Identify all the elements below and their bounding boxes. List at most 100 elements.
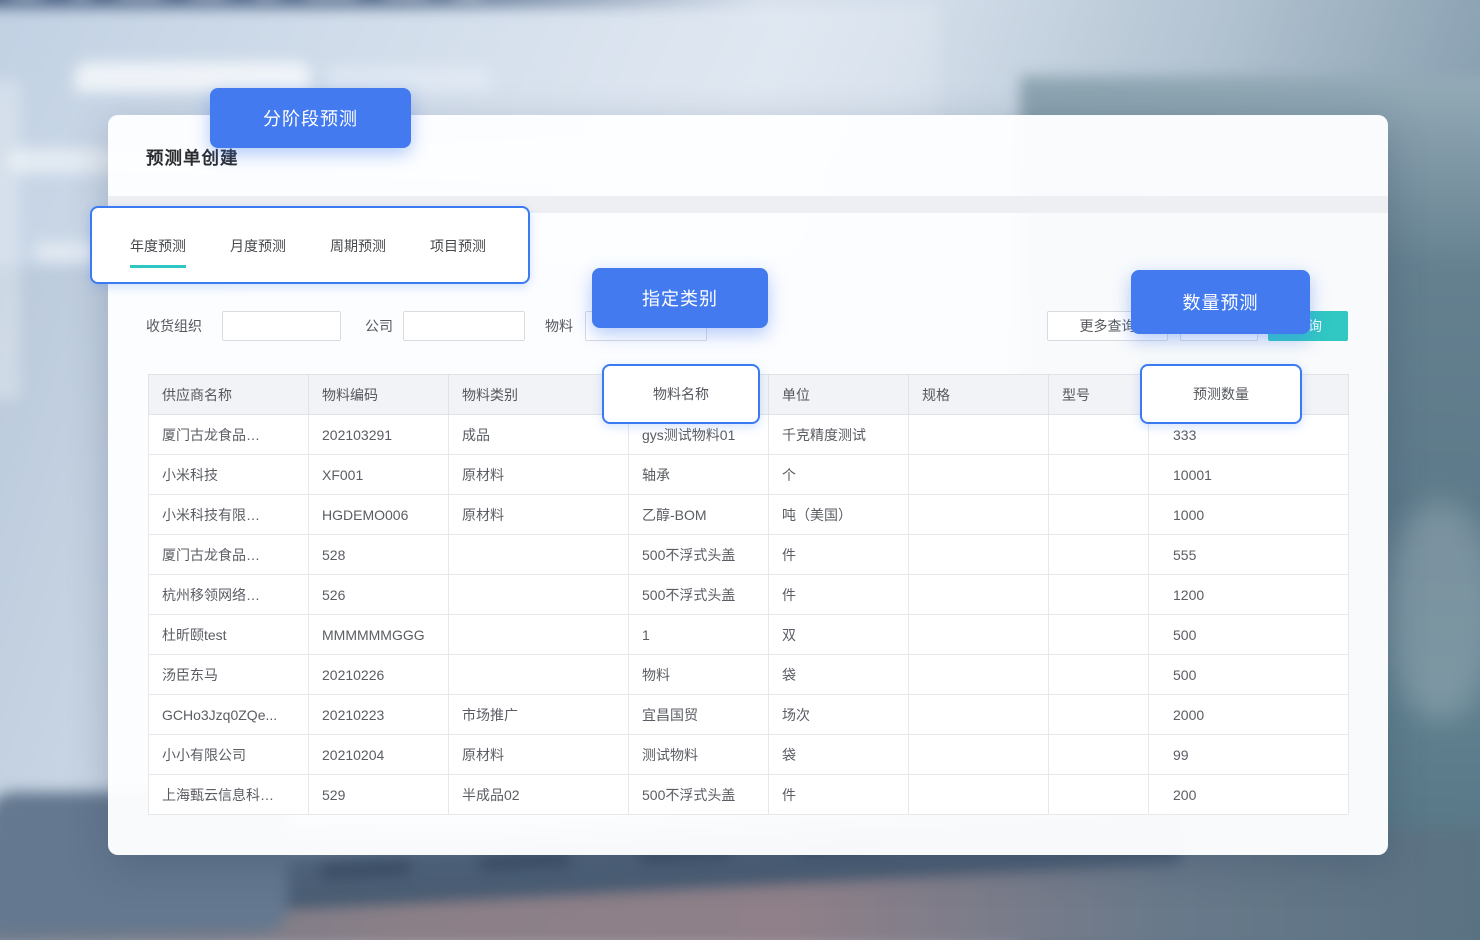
table-cell: 杜昕颐test	[149, 615, 309, 655]
table-cell: 500	[1149, 615, 1349, 655]
table-cell: 件	[769, 575, 909, 615]
column-header: 供应商名称	[149, 375, 309, 415]
receiving-org-input[interactable]	[222, 311, 341, 341]
table-cell	[909, 535, 1049, 575]
table-cell: 1000	[1149, 495, 1349, 535]
forecast-table: 供应商名称物料编码物料类别单位规格型号 厦门古龙食品…202103291成品gy…	[148, 374, 1349, 815]
table-cell: 小米科技	[149, 455, 309, 495]
quantity-forecast-badge: 数量预测	[1131, 270, 1310, 334]
table-cell: 500	[1149, 655, 1349, 695]
table-cell	[909, 695, 1049, 735]
table-cell	[449, 535, 629, 575]
table-cell	[1049, 735, 1149, 775]
table-cell	[1049, 695, 1149, 735]
tab-period-forecast[interactable]: 周期预测	[330, 236, 386, 256]
table-cell	[909, 655, 1049, 695]
table-row[interactable]: 厦门古龙食品…528500不浮式头盖件555	[149, 535, 1349, 575]
tab-monthly-forecast[interactable]: 月度预测	[230, 236, 286, 256]
table-cell: 500不浮式头盖	[629, 535, 769, 575]
table-cell: 半成品02	[449, 775, 629, 815]
table-cell: 测试物料	[629, 735, 769, 775]
table-cell: 轴承	[629, 455, 769, 495]
table-cell: 件	[769, 535, 909, 575]
table-cell: 20210204	[309, 735, 449, 775]
table-cell	[1049, 655, 1149, 695]
table-row[interactable]: 小米科技XF001原材料轴承个 10001	[149, 455, 1349, 495]
table-cell: 1	[629, 615, 769, 655]
specify-category-badge: 指定类别	[592, 268, 768, 328]
table-cell	[1049, 615, 1149, 655]
table-cell: 小小有限公司	[149, 735, 309, 775]
table-cell	[909, 775, 1049, 815]
table-cell: 袋	[769, 735, 909, 775]
table-cell: MMMMMMGGG	[309, 615, 449, 655]
table-cell: 555	[1149, 535, 1349, 575]
table-cell: 526	[309, 575, 449, 615]
table-row[interactable]: 汤臣东马20210226物料袋500	[149, 655, 1349, 695]
table-cell: 原材料	[449, 735, 629, 775]
table-cell: 个	[769, 455, 909, 495]
table-cell: 厦门古龙食品…	[149, 415, 309, 455]
table-row[interactable]: GCHo3Jzq0ZQe...20210223市场推广宜昌国贸场次2000	[149, 695, 1349, 735]
table-cell: 原材料	[449, 495, 629, 535]
column-header: 单位	[769, 375, 909, 415]
table-cell	[1049, 455, 1149, 495]
table-cell	[449, 655, 629, 695]
table-cell	[1049, 575, 1149, 615]
table-cell: 件	[769, 775, 909, 815]
table-cell: 物料	[629, 655, 769, 695]
table-cell: 小米科技有限…	[149, 495, 309, 535]
table-cell: 500不浮式头盖	[629, 775, 769, 815]
table-cell: HGDEMO006	[309, 495, 449, 535]
column-header: 物料编码	[309, 375, 449, 415]
table-cell: 双	[769, 615, 909, 655]
column-header: 规格	[909, 375, 1049, 415]
table-cell: 202103291	[309, 415, 449, 455]
table-cell	[909, 415, 1049, 455]
table-cell	[1049, 415, 1149, 455]
table-row[interactable]: 小米科技有限…HGDEMO006原材料乙醇-BOM吨（美国） 1000	[149, 495, 1349, 535]
table-row[interactable]: 上海甄云信息科…529半成品02500不浮式头盖件200	[149, 775, 1349, 815]
table-cell: 成品	[449, 415, 629, 455]
company-input[interactable]	[403, 311, 525, 341]
table-cell: 千克精度测试	[769, 415, 909, 455]
table-cell: 袋	[769, 655, 909, 695]
forecast-qty-column-highlight: 预测数量	[1140, 364, 1302, 424]
company-label: 公司	[365, 311, 393, 341]
table-cell: 10001	[1149, 455, 1349, 495]
tabs-highlight-box: 年度预测 月度预测 周期预测 项目预测	[90, 206, 530, 284]
table-cell: 上海甄云信息科…	[149, 775, 309, 815]
table-row[interactable]: 杜昕颐testMMMMMMGGG 1双 500	[149, 615, 1349, 655]
table-cell: 99	[1149, 735, 1349, 775]
table-cell: 乙醇-BOM	[629, 495, 769, 535]
table-cell: XF001	[309, 455, 449, 495]
table-cell	[909, 615, 1049, 655]
table-cell	[909, 455, 1049, 495]
tab-project-forecast[interactable]: 项目预测	[430, 236, 486, 256]
table-cell: 529	[309, 775, 449, 815]
forecast-table-wrapper: 供应商名称物料编码物料类别单位规格型号 厦门古龙食品…202103291成品gy…	[148, 374, 1349, 815]
receiving-org-label: 收货组织	[146, 311, 202, 341]
tab-annual-forecast[interactable]: 年度预测	[130, 236, 186, 256]
table-cell: 500不浮式头盖	[629, 575, 769, 615]
table-cell	[449, 575, 629, 615]
table-body: 厦门古龙食品…202103291成品gys测试物料01千克精度测试333小米科技…	[149, 415, 1349, 815]
table-cell: 吨（美国）	[769, 495, 909, 535]
table-cell	[449, 615, 629, 655]
table-cell	[1049, 775, 1149, 815]
background-sidebar	[0, 80, 20, 400]
table-cell: 市场推广	[449, 695, 629, 735]
table-row[interactable]: 杭州移领网络…526500不浮式头盖件1200	[149, 575, 1349, 615]
table-cell: 2000	[1149, 695, 1349, 735]
table-cell	[1049, 495, 1149, 535]
column-header: 型号	[1049, 375, 1149, 415]
table-cell: 杭州移领网络…	[149, 575, 309, 615]
page-title: 预测单创建	[146, 145, 239, 170]
table-cell: 厦门古龙食品…	[149, 535, 309, 575]
material-label: 物料	[545, 311, 573, 341]
table-row[interactable]: 小小有限公司20210204原材料测试物料袋 99	[149, 735, 1349, 775]
background-browser-menubar	[0, 0, 760, 8]
table-cell: 汤臣东马	[149, 655, 309, 695]
table-cell: 20210223	[309, 695, 449, 735]
table-cell: 原材料	[449, 455, 629, 495]
